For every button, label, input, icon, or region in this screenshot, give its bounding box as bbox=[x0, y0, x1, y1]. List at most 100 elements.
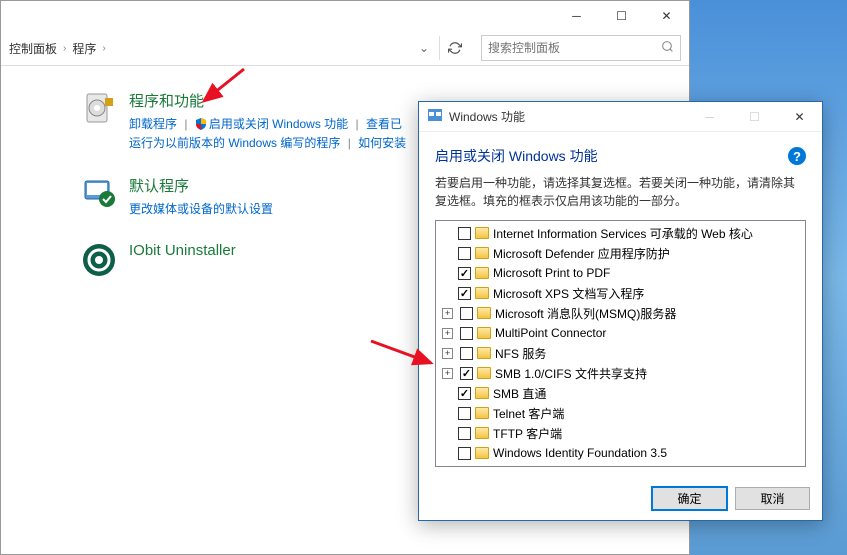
chevron-right-icon: › bbox=[63, 43, 66, 54]
feature-item[interactable]: SMB 直通 bbox=[436, 383, 805, 403]
folder-icon bbox=[475, 247, 489, 259]
feature-label: SMB 直通 bbox=[493, 385, 546, 402]
windows-features-dialog: Windows 功能 ─ ☐ ✕ 启用或关闭 Windows 功能 ? 若要启用… bbox=[418, 101, 823, 521]
folder-icon bbox=[475, 227, 489, 239]
history-dropdown-icon[interactable]: ⌄ bbox=[419, 41, 429, 55]
feature-label: TFTP 客户端 bbox=[493, 425, 562, 442]
dialog-heading-row: 启用或关闭 Windows 功能 ? bbox=[435, 146, 806, 166]
feature-label: SMB 1.0/CIFS 文件共享支持 bbox=[495, 365, 647, 382]
dialog-window-title: Windows 功能 bbox=[449, 108, 525, 125]
folder-icon bbox=[475, 287, 489, 299]
feature-item[interactable]: Microsoft Print to PDF bbox=[436, 263, 805, 283]
section-links: 更改媒体或设备的默认设置 bbox=[129, 200, 273, 219]
folder-icon bbox=[475, 427, 489, 439]
dialog-heading: 启用或关闭 Windows 功能 bbox=[435, 146, 598, 166]
feature-tree[interactable]: Internet Information Services 可承载的 Web 核… bbox=[435, 220, 806, 467]
folder-icon bbox=[477, 307, 491, 319]
view-installed-link[interactable]: 查看已 bbox=[366, 117, 402, 131]
search-icon[interactable] bbox=[661, 40, 674, 56]
feature-item[interactable]: Microsoft XPS 文档写入程序 bbox=[436, 283, 805, 303]
iobit-icon bbox=[81, 242, 117, 278]
dialog-titlebar: Windows 功能 ─ ☐ ✕ bbox=[419, 102, 822, 132]
folder-icon bbox=[477, 367, 491, 379]
breadcrumb[interactable]: 控制面板 › 程序 › bbox=[9, 40, 106, 57]
folder-icon bbox=[475, 447, 489, 459]
default-programs-icon bbox=[81, 175, 117, 211]
section-title: 程序和功能 bbox=[129, 90, 406, 111]
ok-button[interactable]: 确定 bbox=[652, 487, 727, 510]
feature-item[interactable]: Microsoft Defender 应用程序防护 bbox=[436, 243, 805, 263]
navbar: 控制面板 › 程序 › ⌄ bbox=[1, 31, 689, 66]
expand-toggle[interactable]: + bbox=[442, 368, 453, 379]
help-icon[interactable]: ? bbox=[788, 147, 806, 165]
programs-icon bbox=[81, 90, 117, 126]
dialog-maximize-button[interactable]: ☐ bbox=[732, 102, 777, 132]
feature-checkbox[interactable] bbox=[458, 407, 471, 420]
search-box[interactable] bbox=[481, 35, 681, 61]
feature-checkbox[interactable] bbox=[458, 387, 471, 400]
search-input[interactable] bbox=[488, 41, 661, 55]
folder-icon bbox=[475, 387, 489, 399]
shield-icon bbox=[195, 117, 207, 129]
minimize-button[interactable]: ─ bbox=[554, 1, 599, 31]
feature-item[interactable]: Internet Information Services 可承载的 Web 核… bbox=[436, 223, 805, 243]
feature-label: Microsoft 消息队列(MSMQ)服务器 bbox=[495, 305, 676, 322]
feature-label: Internet Information Services 可承载的 Web 核… bbox=[493, 225, 753, 242]
feature-item[interactable]: + SMB 1.0/CIFS 文件共享支持 bbox=[436, 363, 805, 383]
breadcrumb-item[interactable]: 程序 bbox=[72, 40, 96, 57]
feature-item[interactable]: Telnet 客户端 bbox=[436, 403, 805, 423]
feature-checkbox[interactable] bbox=[458, 227, 471, 240]
breadcrumb-item[interactable]: 控制面板 bbox=[9, 40, 57, 57]
chevron-right-icon: › bbox=[102, 43, 105, 54]
folder-icon bbox=[477, 347, 491, 359]
feature-label: Microsoft Defender 应用程序防护 bbox=[493, 245, 670, 262]
feature-checkbox[interactable] bbox=[460, 327, 473, 340]
folder-icon bbox=[475, 407, 489, 419]
media-defaults-link[interactable]: 更改媒体或设备的默认设置 bbox=[129, 202, 273, 216]
uninstall-link[interactable]: 卸载程序 bbox=[129, 117, 177, 131]
cancel-button[interactable]: 取消 bbox=[735, 487, 810, 510]
feature-checkbox[interactable] bbox=[458, 447, 471, 460]
expand-toggle[interactable]: + bbox=[442, 348, 453, 359]
folder-icon bbox=[475, 267, 489, 279]
dialog-description: 若要启用一种功能，请选择其复选框。若要关闭一种功能，请清除其复选框。填充的框表示… bbox=[435, 174, 806, 210]
feature-item[interactable]: + NFS 服务 bbox=[436, 343, 805, 363]
folder-icon bbox=[477, 327, 491, 339]
feature-item[interactable]: + Microsoft 消息队列(MSMQ)服务器 bbox=[436, 303, 805, 323]
feature-label: Windows Identity Foundation 3.5 bbox=[493, 446, 667, 460]
feature-label: Microsoft Print to PDF bbox=[493, 266, 610, 280]
feature-checkbox[interactable] bbox=[460, 467, 473, 468]
feature-label: Telnet 客户端 bbox=[493, 405, 564, 422]
feature-checkbox[interactable] bbox=[458, 267, 471, 280]
feature-item[interactable]: TFTP 客户端 bbox=[436, 423, 805, 443]
dialog-button-bar: 确定 取消 bbox=[419, 477, 822, 520]
refresh-button[interactable] bbox=[439, 36, 469, 60]
how-install-link[interactable]: 如何安装 bbox=[358, 136, 406, 150]
dialog-minimize-button[interactable]: ─ bbox=[687, 102, 732, 132]
dialog-window-icon bbox=[427, 107, 443, 126]
feature-item[interactable]: Windows Identity Foundation 3.5 bbox=[436, 443, 805, 463]
compat-link[interactable]: 运行为以前版本的 Windows 编写的程序 bbox=[129, 136, 340, 150]
feature-label: Microsoft XPS 文档写入程序 bbox=[493, 285, 644, 302]
feature-item[interactable]: +MultiPoint Connector bbox=[436, 323, 805, 343]
dialog-close-button[interactable]: ✕ bbox=[777, 102, 822, 132]
feature-checkbox[interactable] bbox=[458, 247, 471, 260]
close-button[interactable]: ✕ bbox=[644, 1, 689, 31]
windows-features-link[interactable]: 启用或关闭 Windows 功能 bbox=[209, 117, 348, 131]
dialog-body: 启用或关闭 Windows 功能 ? 若要启用一种功能，请选择其复选框。若要关闭… bbox=[419, 132, 822, 477]
section-title: IObit Uninstaller bbox=[129, 242, 236, 259]
expand-toggle[interactable]: + bbox=[442, 328, 453, 339]
feature-item[interactable]: +Windows PowerShell 2.0 bbox=[436, 463, 805, 467]
main-titlebar: ─ ☐ ✕ bbox=[1, 1, 689, 31]
feature-label: Windows PowerShell 2.0 bbox=[495, 466, 628, 467]
feature-label: NFS 服务 bbox=[495, 345, 546, 362]
expand-toggle[interactable]: + bbox=[442, 308, 453, 319]
feature-checkbox[interactable] bbox=[458, 287, 471, 300]
section-title: 默认程序 bbox=[129, 175, 273, 196]
feature-checkbox[interactable] bbox=[460, 367, 473, 380]
feature-checkbox[interactable] bbox=[458, 427, 471, 440]
maximize-button[interactable]: ☐ bbox=[599, 1, 644, 31]
feature-checkbox[interactable] bbox=[460, 347, 473, 360]
feature-checkbox[interactable] bbox=[460, 307, 473, 320]
section-links: 卸载程序 | 启用或关闭 Windows 功能 | 查看已 运行为以前版本的 W… bbox=[129, 115, 406, 153]
